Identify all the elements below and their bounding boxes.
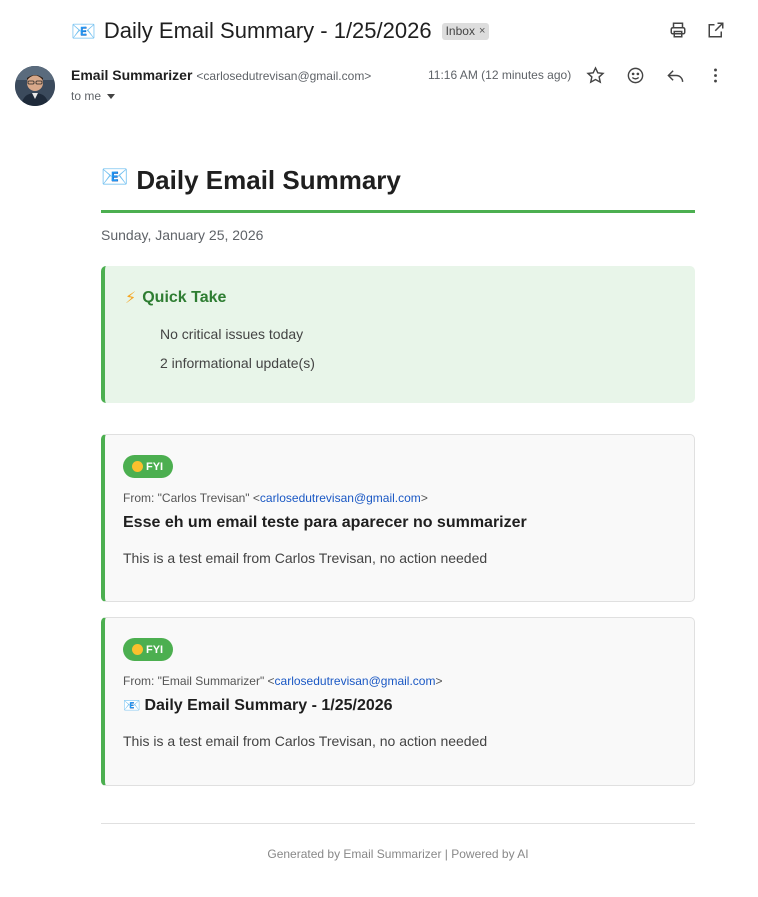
card-subject-text: Esse eh um email teste para aparecer no … xyxy=(123,514,527,531)
email-subject: Daily Email Summary - 1/25/2026 xyxy=(103,18,432,43)
lightning-icon: ⚡ xyxy=(125,288,137,307)
email-body: 📧 Daily Email Summary Sunday, January 25… xyxy=(101,160,695,786)
quick-take-label: Quick Take xyxy=(142,288,227,306)
summary-heading: 📧 Daily Email Summary xyxy=(101,160,695,213)
sender-name[interactable]: Email Summarizer xyxy=(71,67,192,83)
more-options-icon[interactable] xyxy=(705,65,725,85)
remove-label-icon[interactable]: × xyxy=(479,25,485,37)
from-email-link[interactable]: carlosedutrevisan@gmail.com xyxy=(275,674,436,688)
quick-take-list: No critical issues today 2 informational… xyxy=(125,320,675,378)
message-actions xyxy=(585,65,725,85)
from-prefix: From: "Carlos Trevisan" < xyxy=(123,491,260,505)
from-suffix: > xyxy=(420,491,428,505)
from-email-link[interactable]: carlosedutrevisan@gmail.com xyxy=(260,491,421,505)
envelope-icon: 📧 xyxy=(123,698,141,714)
summary-date: Sunday, January 25, 2026 xyxy=(101,227,264,243)
open-in-new-window-icon[interactable] xyxy=(706,20,726,40)
envelope-icon: 📧 xyxy=(101,165,129,190)
quick-take-title: ⚡ Quick Take xyxy=(125,288,675,307)
subject-row: 📧 Daily Email Summary - 1/25/2026 Inbox … xyxy=(71,17,490,45)
recipient-details-toggle[interactable]: to me xyxy=(71,89,116,103)
email-summary-card: FYI From: "Email Summarizer" <carlosedut… xyxy=(101,617,695,786)
quick-take-panel: ⚡ Quick Take No critical issues today 2 … xyxy=(101,266,695,403)
summary-title: Daily Email Summary xyxy=(136,165,401,195)
star-icon[interactable] xyxy=(585,65,605,85)
print-icon[interactable] xyxy=(668,20,688,40)
sender-email: <carlosedutrevisan@gmail.com> xyxy=(196,69,372,83)
list-item: No critical issues today xyxy=(160,326,304,342)
recipient-text: to me xyxy=(71,89,102,103)
card-from-line: From: "Email Summarizer" <carlosedutrevi… xyxy=(123,674,676,688)
message-time: 11:16 AM (12 minutes ago) xyxy=(428,68,572,82)
inbox-label-chip[interactable]: Inbox × xyxy=(441,22,490,40)
sender-line: Email Summarizer <carlosedutrevisan@gmai… xyxy=(71,67,371,83)
card-summary-text: This is a test email from Carlos Trevisa… xyxy=(123,733,488,749)
card-subject: Esse eh um email teste para aparecer no … xyxy=(123,514,676,532)
reply-icon[interactable] xyxy=(665,65,685,85)
envelope-icon: 📧 xyxy=(71,19,96,43)
inbox-label-text: Inbox xyxy=(445,23,475,38)
fyi-badge: FYI xyxy=(123,455,174,478)
from-prefix: From: "Email Summarizer" < xyxy=(123,674,275,688)
emoji-icon[interactable] xyxy=(625,65,645,85)
email-summary-card: FYI From: "Carlos Trevisan" <carlosedutr… xyxy=(101,434,695,602)
summary-footer: Generated by Email Summarizer | Powered … xyxy=(101,823,695,861)
thread-actions xyxy=(668,20,726,40)
caret-down-icon xyxy=(107,93,116,99)
card-from-line: From: "Carlos Trevisan" <carlosedutrevis… xyxy=(123,491,676,505)
list-item: 2 informational update(s) xyxy=(160,355,315,371)
fyi-badge: FYI xyxy=(123,638,174,661)
badge-label: FYI xyxy=(146,460,164,473)
badge-label: FYI xyxy=(146,643,164,656)
yellow-circle-icon xyxy=(132,461,143,472)
card-subject: 📧 Daily Email Summary - 1/25/2026 xyxy=(123,697,676,715)
card-summary-text: This is a test email from Carlos Trevisa… xyxy=(123,550,488,566)
card-subject-text: Daily Email Summary - 1/25/2026 xyxy=(144,697,393,714)
yellow-circle-icon xyxy=(132,644,143,655)
sender-avatar[interactable] xyxy=(15,66,55,106)
from-suffix: > xyxy=(435,674,443,688)
